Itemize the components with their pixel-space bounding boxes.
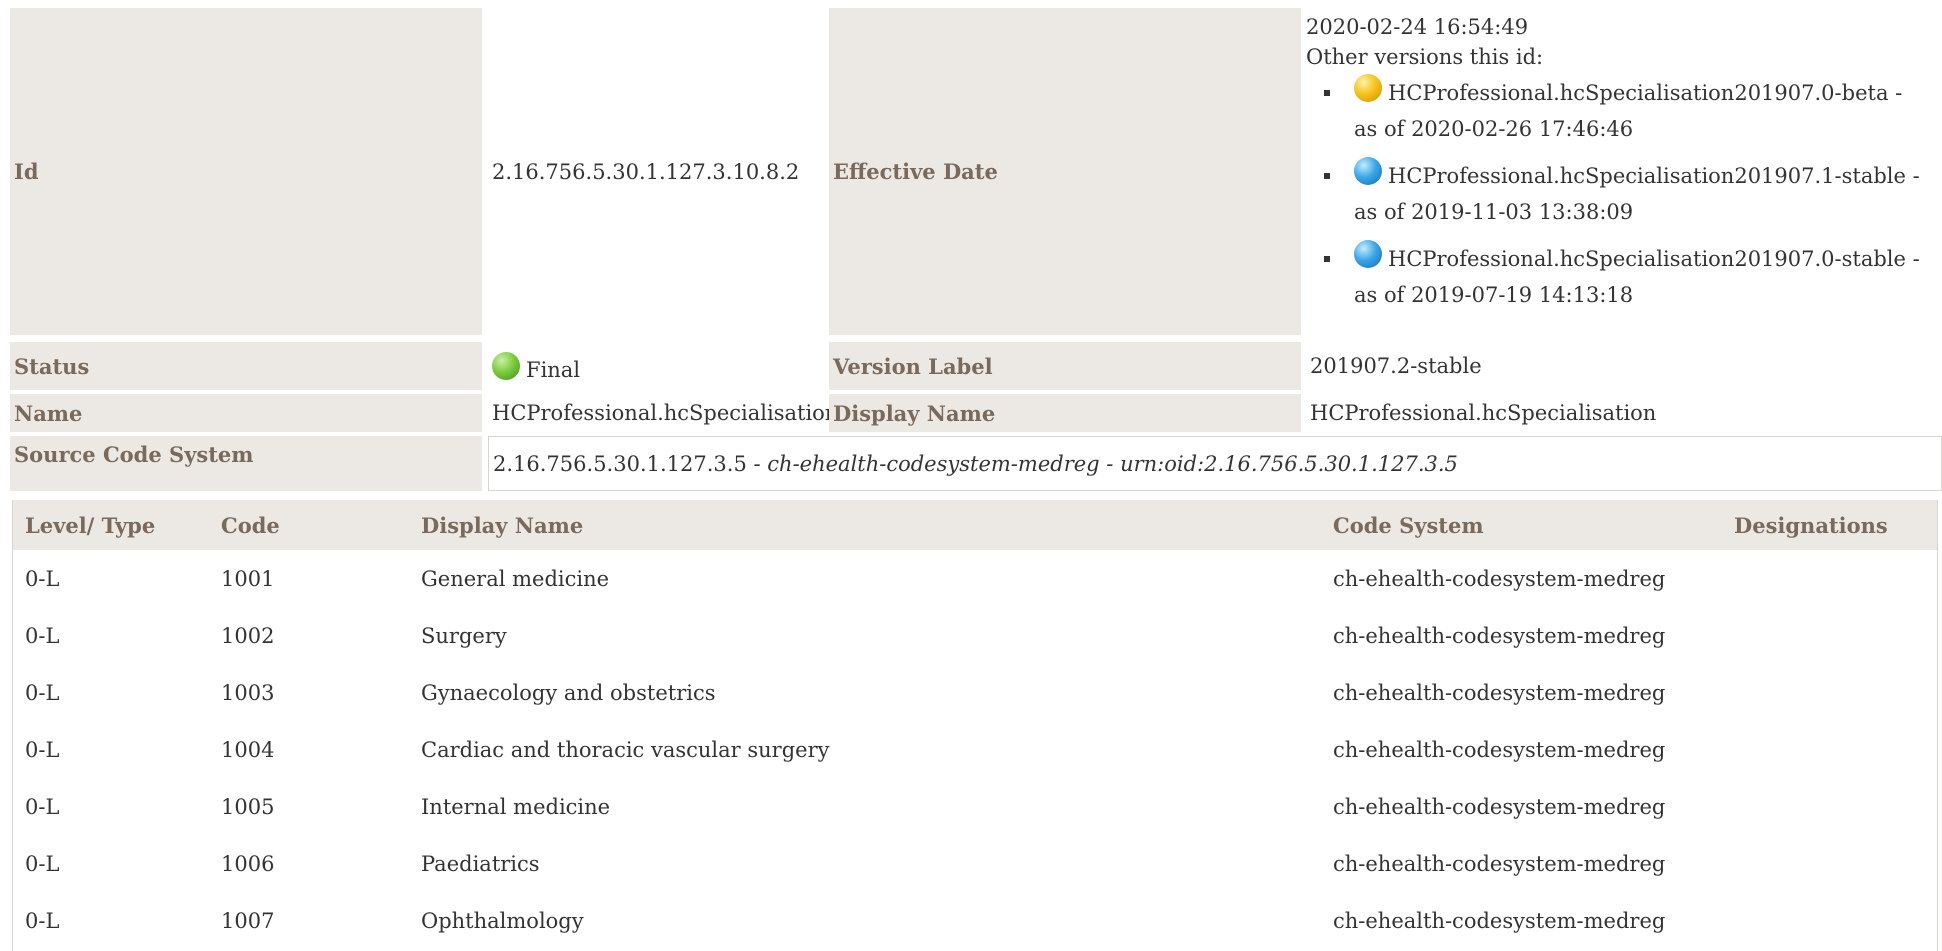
row-display-name: Surgery <box>421 623 507 648</box>
effective-date-label: Effective Date <box>829 8 1301 335</box>
other-versions-label: Other versions this id: <box>1306 45 1544 69</box>
row-level: 0-L <box>25 737 60 762</box>
id-value: 2.16.756.5.30.1.127.3.10.8.2 <box>492 159 800 184</box>
header-code: Code <box>221 512 280 538</box>
status-label: Status <box>10 342 482 390</box>
row-code: 1005 <box>221 794 275 819</box>
row-level: 0-L <box>25 908 60 933</box>
row-display-name: Gynaecology and obstetrics <box>421 680 716 705</box>
yellow-ball-icon <box>1354 74 1382 102</box>
table-header: Level/ Type Code Display Name Code Syste… <box>13 500 1937 550</box>
row-code-system: ch-ehealth-codesystem-medreg <box>1333 908 1666 933</box>
source-sep-1: - <box>746 451 768 476</box>
version-label-label: Version Label <box>829 342 1301 390</box>
row-display-name: Paediatrics <box>421 851 540 876</box>
table-row[interactable]: 0-L 1003 Gynaecology and obstetrics ch-ehea… <box>13 664 1937 721</box>
green-ball-icon <box>492 352 520 380</box>
list-item: HCProfessional.hcSpecialisation201907.1-… <box>1306 157 1936 230</box>
row-display-name: Internal medicine <box>421 794 611 819</box>
row-code: 1003 <box>221 680 275 705</box>
row-level: 0-L <box>25 623 60 648</box>
status-text: Final <box>526 358 581 382</box>
effective-date-value: 2020-02-24 16:54:49 Other versions this … <box>1306 12 1936 337</box>
row-code-system: ch-ehealth-codesystem-medreg <box>1333 566 1666 591</box>
bullet-icon <box>1324 256 1330 262</box>
version-date: as of 2019-07-19 14:13:18 <box>1354 283 1634 307</box>
source-code-system-id: 2.16.756.5.30.1.127.3.5 <box>493 451 747 476</box>
row-code: 1002 <box>221 623 275 648</box>
version-date: as of 2019-11-03 13:38:09 <box>1354 200 1634 224</box>
row-display-name: General medicine <box>421 566 610 591</box>
row-display-name: Ophthalmology <box>421 908 584 933</box>
header-display-name: Display Name <box>421 512 584 538</box>
source-code-system-urn: urn:oid:2.16.756.5.30.1.127.3.5 <box>1120 451 1458 476</box>
source-code-system-value: 2.16.756.5.30.1.127.3.5 - ch-ehealth-cod… <box>488 436 1942 491</box>
row-code: 1004 <box>221 737 275 762</box>
row-code-system: ch-ehealth-codesystem-medreg <box>1333 851 1666 876</box>
bullet-icon <box>1324 173 1330 179</box>
source-sep-2: - <box>1099 451 1121 476</box>
row-code-system: ch-ehealth-codesystem-medreg <box>1333 623 1666 648</box>
source-code-system-name[interactable]: ch-ehealth-codesystem-medreg <box>767 452 1099 476</box>
list-item: HCProfessional.hcSpecialisation201907.0-… <box>1306 240 1936 313</box>
list-item: HCProfessional.hcSpecialisation201907.0-… <box>1306 74 1936 147</box>
status-value: Final <box>488 342 828 390</box>
bullet-icon <box>1324 90 1330 96</box>
header-level-type: Level/ Type <box>25 512 156 538</box>
version-label-value: 201907.2-stable <box>1310 354 1482 378</box>
version-date: as of 2020-02-26 17:46:46 <box>1354 117 1634 141</box>
display-name-label: Display Name <box>829 394 1301 432</box>
blue-ball-icon <box>1354 240 1382 268</box>
id-label: Id <box>10 8 482 335</box>
display-name-value: HCProfessional.hcSpecialisation <box>1310 401 1657 425</box>
name-value: HCProfessional.hcSpecialisation <box>492 401 839 425</box>
table-row[interactable]: 0-L 1007 Ophthalmology ch-ehealth-codesyste… <box>13 892 1937 949</box>
row-code-system: ch-ehealth-codesystem-medreg <box>1333 794 1666 819</box>
header-designations: Designations <box>1734 512 1888 538</box>
version-link[interactable]: HCProfessional.hcSpecialisation201907.0-… <box>1388 247 1920 271</box>
name-label: Name <box>10 394 482 432</box>
concept-table: Level/ Type Code Display Name Code Syste… <box>12 500 1938 951</box>
table-row[interactable]: 0-L 1001 General medicine ch-ehealth-codesy… <box>13 550 1937 607</box>
row-level: 0-L <box>25 680 60 705</box>
row-code: 1001 <box>221 566 275 591</box>
row-code-system: ch-ehealth-codesystem-medreg <box>1333 680 1666 705</box>
blue-ball-icon <box>1354 157 1382 185</box>
table-row[interactable]: 0-L 1004 Cardiac and thoracic vascular sur… <box>13 721 1937 778</box>
effective-date-text: 2020-02-24 16:54:49 <box>1306 15 1529 39</box>
row-level: 0-L <box>25 851 60 876</box>
row-level: 0-L <box>25 566 60 591</box>
row-level: 0-L <box>25 794 60 819</box>
version-link[interactable]: HCProfessional.hcSpecialisation201907.0-… <box>1388 81 1902 105</box>
table-row[interactable]: 0-L 1006 Paediatrics ch-ehealth-codesystem-… <box>13 835 1937 892</box>
other-versions-list: HCProfessional.hcSpecialisation201907.0-… <box>1306 74 1936 313</box>
row-code: 1006 <box>221 851 275 876</box>
header-code-system: Code System <box>1333 512 1484 538</box>
table-row[interactable]: 0-L 1002 Surgery ch-ehealth-codesystem-medr… <box>13 607 1937 664</box>
source-code-system-label: Source Code System <box>10 436 482 491</box>
row-code-system: ch-ehealth-codesystem-medreg <box>1333 737 1666 762</box>
version-link[interactable]: HCProfessional.hcSpecialisation201907.1-… <box>1388 164 1920 188</box>
row-display-name: Cardiac and thoracic vascular surgery <box>421 737 830 762</box>
row-code: 1007 <box>221 908 275 933</box>
table-row[interactable]: 0-L 1005 Internal medicine ch-ehealth-codes… <box>13 778 1937 835</box>
